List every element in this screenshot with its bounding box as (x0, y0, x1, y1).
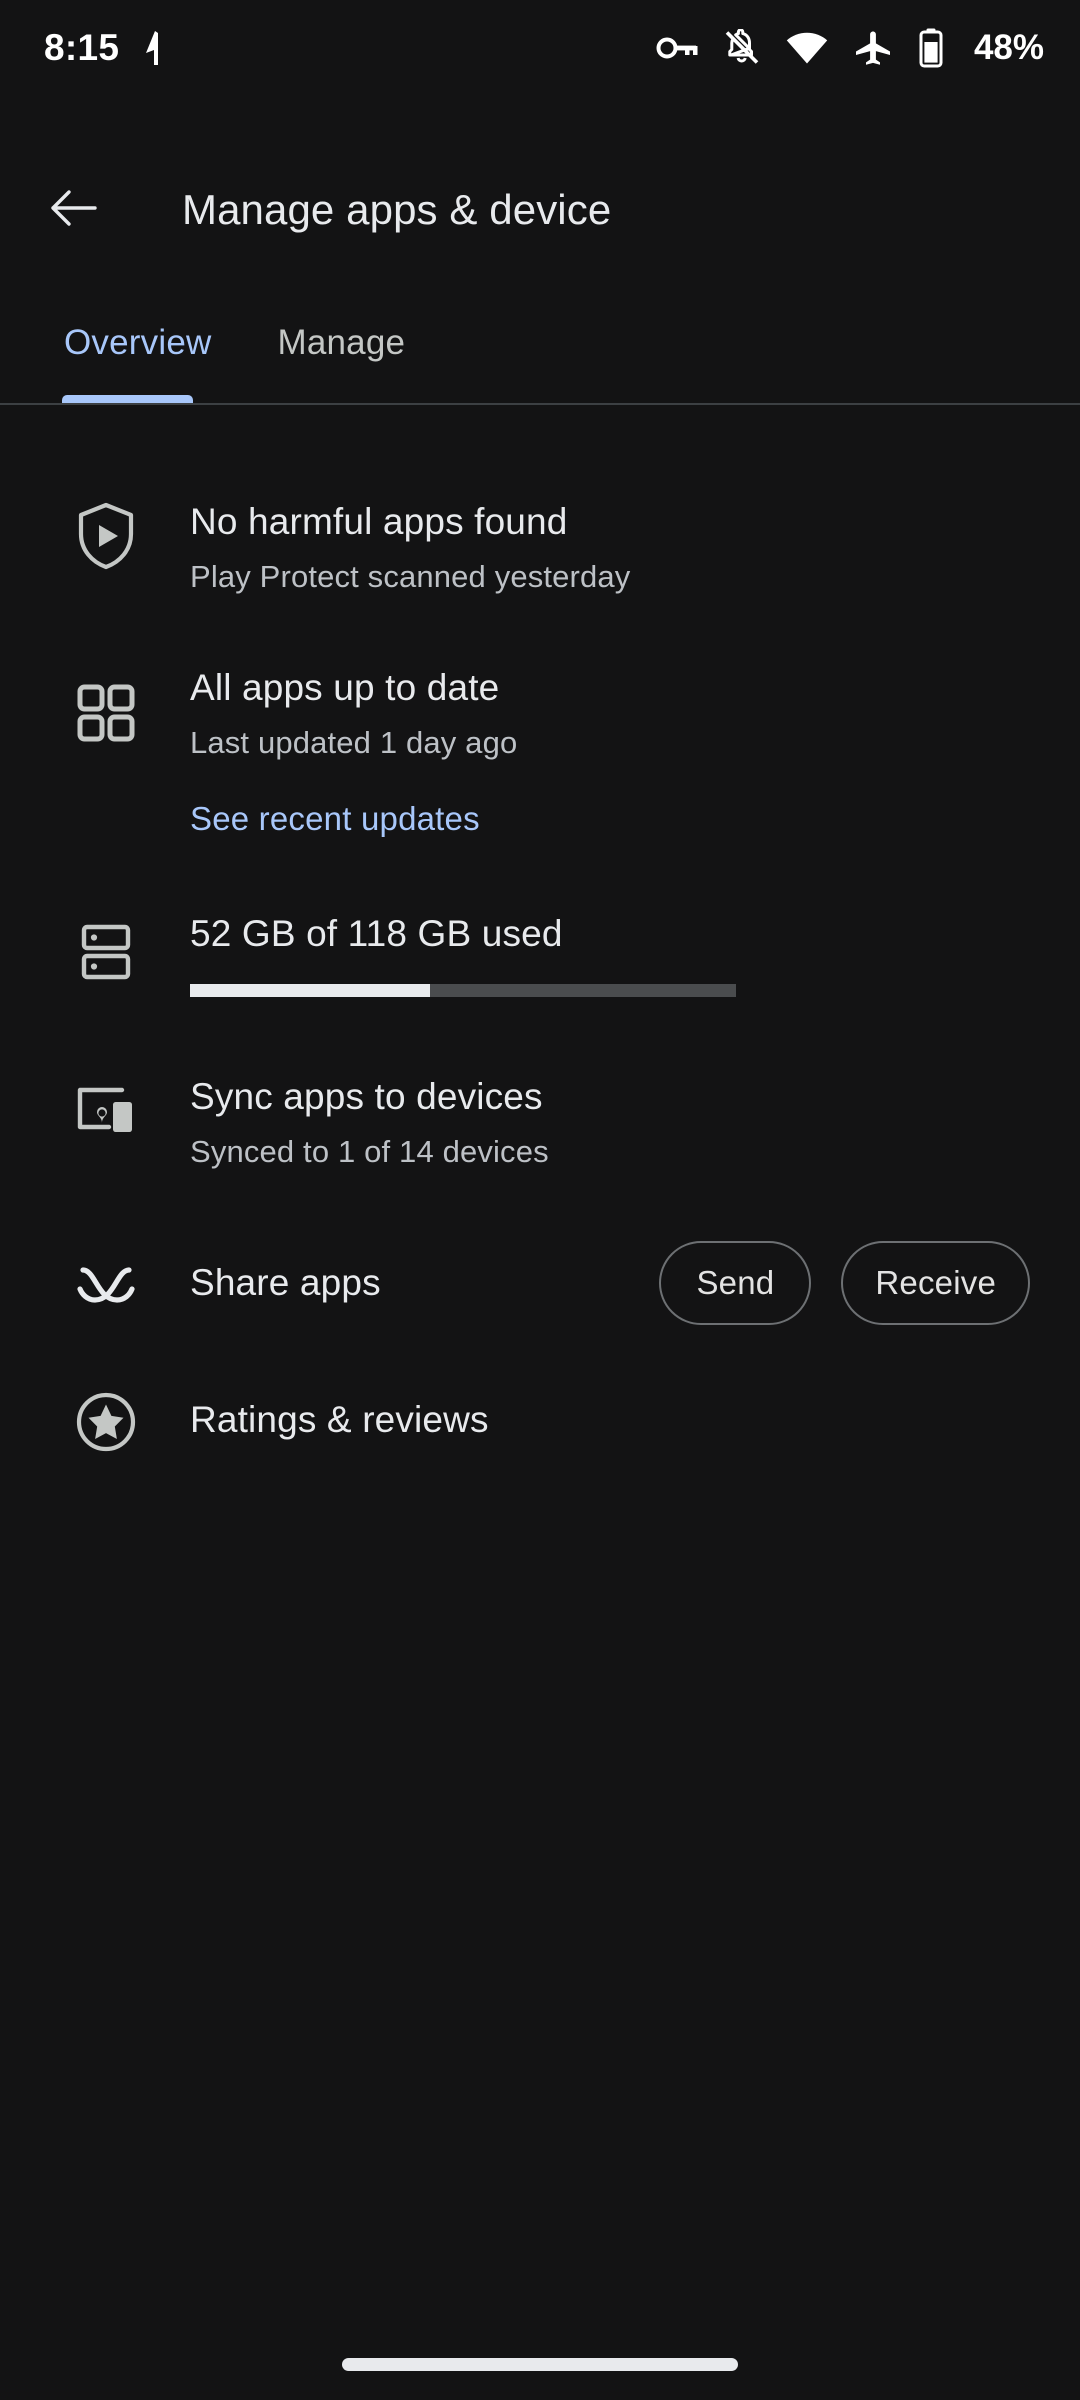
tab-manage[interactable]: Manage (277, 300, 405, 404)
nearby-share-icon (60, 1256, 152, 1310)
tab-overview-label: Overview (64, 323, 212, 362)
row-sync-devices-body: Sync apps to devices Synced to 1 of 14 d… (152, 1073, 1030, 1173)
tab-bar: Overview Manage (0, 300, 1080, 404)
status-time: 8:15 (44, 27, 120, 68)
airplane-mode-icon (854, 30, 892, 66)
row-sync-devices[interactable]: Sync apps to devices Synced to 1 of 14 d… (0, 1073, 1080, 1173)
back-button[interactable] (14, 150, 134, 270)
play-protect-subtitle: Play Protect scanned yesterday (190, 559, 631, 594)
row-storage[interactable]: 52 GB of 118 GB used (0, 910, 1080, 997)
updates-title: All apps up to date (190, 667, 500, 708)
status-bar-right: 48% (656, 28, 1044, 68)
row-storage-body: 52 GB of 118 GB used (152, 910, 1030, 997)
row-play-protect[interactable]: No harmful apps found Play Protect scann… (0, 498, 1080, 598)
row-app-updates[interactable]: All apps up to date Last updated 1 day a… (0, 664, 1080, 838)
sync-title: Sync apps to devices (190, 1076, 543, 1117)
row-ratings-reviews[interactable]: Ratings & reviews (0, 1387, 1080, 1453)
tab-manage-label: Manage (277, 323, 406, 362)
app-bar: Manage apps & device (0, 150, 1080, 270)
row-ratings-reviews-body: Ratings & reviews (152, 1399, 1030, 1441)
tab-overview[interactable]: Overview (62, 300, 212, 404)
updates-subtitle: Last updated 1 day ago (190, 725, 518, 760)
row-share-apps-body: Share apps Send Receive (152, 1241, 1030, 1325)
star-circle-icon (60, 1387, 152, 1453)
send-button[interactable]: Send (659, 1241, 812, 1325)
location-arrow-icon (141, 30, 167, 66)
storage-progress-fill (190, 984, 431, 997)
devices-icon (60, 1073, 152, 1173)
back-arrow-icon (50, 188, 98, 233)
wifi-icon (786, 32, 828, 64)
see-recent-updates-link[interactable]: See recent updates (190, 800, 480, 838)
row-play-protect-body: No harmful apps found Play Protect scann… (152, 498, 1030, 598)
page-title: Manage apps & device (182, 186, 612, 233)
battery-icon (918, 28, 944, 68)
storage-title: 52 GB of 118 GB used (190, 913, 563, 954)
battery-percent: 48% (973, 28, 1044, 67)
shield-play-icon (60, 498, 152, 598)
row-share-apps: Share apps Send Receive (0, 1241, 1080, 1325)
status-bar-left: 8:15 (44, 27, 167, 69)
receive-button[interactable]: Receive (841, 1241, 1030, 1325)
vpn-key-icon (656, 33, 698, 63)
apps-grid-icon (60, 664, 152, 838)
play-protect-title: No harmful apps found (190, 501, 568, 542)
storage-icon (60, 910, 152, 997)
overview-content: No harmful apps found Play Protect scann… (0, 405, 1080, 1453)
status-bar: 8:15 48% (0, 0, 1080, 96)
row-app-updates-body: All apps up to date Last updated 1 day a… (152, 664, 1030, 838)
sync-subtitle: Synced to 1 of 14 devices (190, 1134, 549, 1169)
notifications-off-icon (724, 29, 760, 67)
app-screen: 8:15 48% Manage apps & device Overview M… (0, 0, 1080, 2400)
storage-progress-bar (190, 984, 736, 997)
ratings-title: Ratings & reviews (190, 1399, 489, 1440)
share-apps-title: Share apps (190, 1262, 381, 1303)
gesture-navigation-bar[interactable] (342, 2358, 738, 2371)
